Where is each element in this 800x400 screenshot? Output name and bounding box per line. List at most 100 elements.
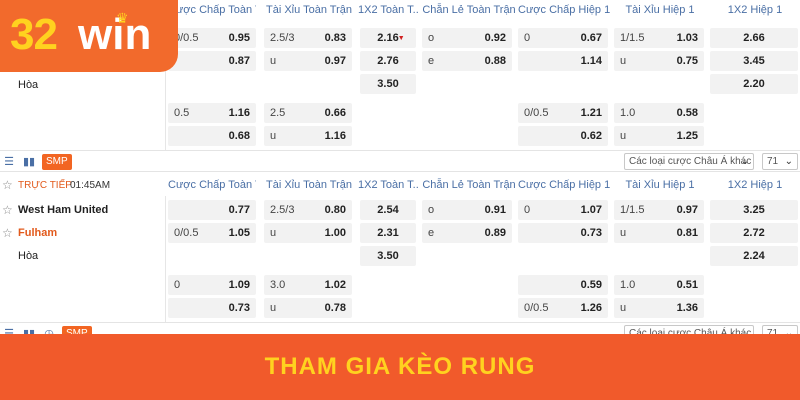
odds-cell[interactable]: u 0.81 [614,223,704,243]
total-line: u [620,130,627,142]
market-type-select[interactable]: Các loại cược Châu Á khác⌄ [624,153,754,170]
odds-cell[interactable]: 2.66 [710,28,798,48]
odds-cell[interactable]: 0.87 [168,51,256,71]
odds-value: 1.07 [580,204,602,216]
stats-bar-chart-icon[interactable]: ▮▮ [22,155,36,169]
odds-value: 1.16 [228,107,250,119]
promo-banner: THAM GIA KÈO RUNG [0,334,800,400]
column-header-handicap-fulltime[interactable]: Cược Chấp Toàn T... [168,0,256,20]
promo-banner-text: THAM GIA KÈO RUNG [264,353,536,380]
odds-cell[interactable]: 0/0.5 0.95 [168,28,256,48]
odds-cell[interactable]: 2.16 ▼ [360,28,416,48]
odds-value: 1.03 [676,32,698,44]
odds-cell[interactable]: 3.45 [710,51,798,71]
odds-value: 3.25 [743,204,765,216]
odds-cell[interactable]: u 1.16 [264,126,352,146]
odds-cell[interactable]: 2.31 [360,223,416,243]
odds-value: 0.68 [228,130,250,142]
odds-cell[interactable]: 0 0.67 [518,28,608,48]
odds-cell[interactable]: u 1.00 [264,223,352,243]
odds-cell[interactable]: 0/0.5 1.26 [518,298,608,318]
odds-value: 1.02 [324,279,346,291]
odds-cell[interactable]: 0.5 1.16 [168,103,256,123]
odds-value: 0.95 [228,32,250,44]
odds-cell[interactable]: 2.5 0.66 [264,103,352,123]
column-header-1x2-first-half[interactable]: 1X2 Hiệp 1 [710,0,800,20]
odds-cell[interactable]: 2.72 [710,223,798,243]
odds-cell[interactable]: 2.5/3 0.80 [264,200,352,220]
column-header-over-under-fulltime[interactable]: Tài Xỉu Toàn Trận [264,175,354,195]
market-count-select[interactable]: 71 ⌄ [762,153,798,170]
total-line: u [620,55,627,67]
kickoff-time: 01:45AM [70,180,111,191]
odds-cell[interactable]: u 1.25 [614,126,704,146]
odds-cell[interactable]: u 0.97 [264,51,352,71]
odds-cell[interactable]: 3.0 1.02 [264,275,352,295]
favorite-star-icon[interactable]: ☆ [2,202,13,218]
odds-cell[interactable]: 0/0.5 1.21 [518,103,608,123]
column-header-over-under-first-half[interactable]: Tài Xỉu Hiệp 1 [614,0,706,20]
odds-cell[interactable]: u 0.78 [264,298,352,318]
odds-cell[interactable]: 1/1.5 1.03 [614,28,704,48]
odds-cell[interactable]: u 0.75 [614,51,704,71]
odds-cell[interactable]: 0.68 [168,126,256,146]
column-header-over-under-fulltime[interactable]: Tài Xỉu Toàn Trận [264,0,354,20]
favorite-star-icon[interactable]: ☆ [2,225,13,241]
odds-cell[interactable]: o 0.92 [422,28,512,48]
odds-cell[interactable]: u 1.36 [614,298,704,318]
away-team-name[interactable]: Fulham [18,225,57,241]
total-line: u [270,302,277,314]
odds-value: 2.20 [743,78,765,90]
column-header-handicap-first-half[interactable]: Cược Chấp Hiệp 1 [518,175,610,195]
odds-value: 3.50 [377,78,399,90]
odds-value: 0.75 [676,55,698,67]
list-icon[interactable]: ☰ [2,155,16,169]
odds-cell[interactable]: 0.62 [518,126,608,146]
odds-cell[interactable]: 3.50 [360,74,416,94]
odds-cell[interactable]: 2.54 [360,200,416,220]
total-line: 1/1.5 [620,204,645,216]
odds-cell[interactable]: 2.20 [710,74,798,94]
odds-cell[interactable]: 0 1.07 [518,200,608,220]
odds-cell[interactable]: 3.25 [710,200,798,220]
odds-cell[interactable]: 1.0 0.51 [614,275,704,295]
column-header-1x2-first-half[interactable]: 1X2 Hiệp 1 [710,175,800,195]
market-count-select-value: 71 [767,156,779,167]
column-header-1x2-fulltime[interactable]: 1X2 Toàn T... [358,175,418,195]
odds-value: 1.36 [676,302,698,314]
column-header-odd-even-fulltime[interactable]: Chẵn Lẻ Toàn Trận [420,175,518,195]
odds-value: 1.05 [228,227,250,239]
odds-cell[interactable]: 0.73 [168,298,256,318]
odds-cell[interactable]: 0.77 [168,200,256,220]
odds-value: 0.92 [484,32,506,44]
odds-cell[interactable]: 2.24 [710,246,798,266]
odds-cell[interactable]: 1/1.5 0.97 [614,200,704,220]
column-header-over-under-first-half[interactable]: Tài Xỉu Hiệp 1 [614,175,706,195]
total-line: u [620,302,627,314]
odds-value: 2.54 [377,204,399,216]
odds-cell[interactable]: e 0.88 [422,51,512,71]
column-header-odd-even-fulltime[interactable]: Chẵn Lẻ Toàn Trận [420,0,518,20]
home-team-name[interactable]: West Ham United [18,202,108,218]
odds-value: 0.87 [228,55,250,67]
odds-cell[interactable]: 2.76 [360,51,416,71]
odds-value: 0.66 [324,107,346,119]
odds-cell[interactable]: 0.73 [518,223,608,243]
odds-value: 2.16 ▼ [360,28,416,48]
column-header-handicap-fulltime[interactable]: Cược Chấp Toàn T... [168,175,256,195]
odds-cell[interactable]: 0 1.09 [168,275,256,295]
column-header-handicap-first-half[interactable]: Cược Chấp Hiệp 1 [518,0,610,20]
odds-cell[interactable]: 0/0.5 1.05 [168,223,256,243]
favorite-star-icon[interactable]: ☆ [2,177,13,193]
odds-cell[interactable]: 1.0 0.58 [614,103,704,123]
odds-cell[interactable]: o 0.91 [422,200,512,220]
odds-cell[interactable]: 3.50 [360,246,416,266]
odds-cell[interactable]: 2.5/3 0.83 [264,28,352,48]
odds-cell[interactable]: e 0.89 [422,223,512,243]
odds-value: 3.50 [377,250,399,262]
odds-cell[interactable]: 1.14 [518,51,608,71]
column-header-1x2-fulltime[interactable]: 1X2 Toàn T... [358,0,418,20]
smp-button[interactable]: SMP [42,154,72,170]
odds-cell[interactable]: 0.59 [518,275,608,295]
odds-value: 2.31 [377,227,399,239]
